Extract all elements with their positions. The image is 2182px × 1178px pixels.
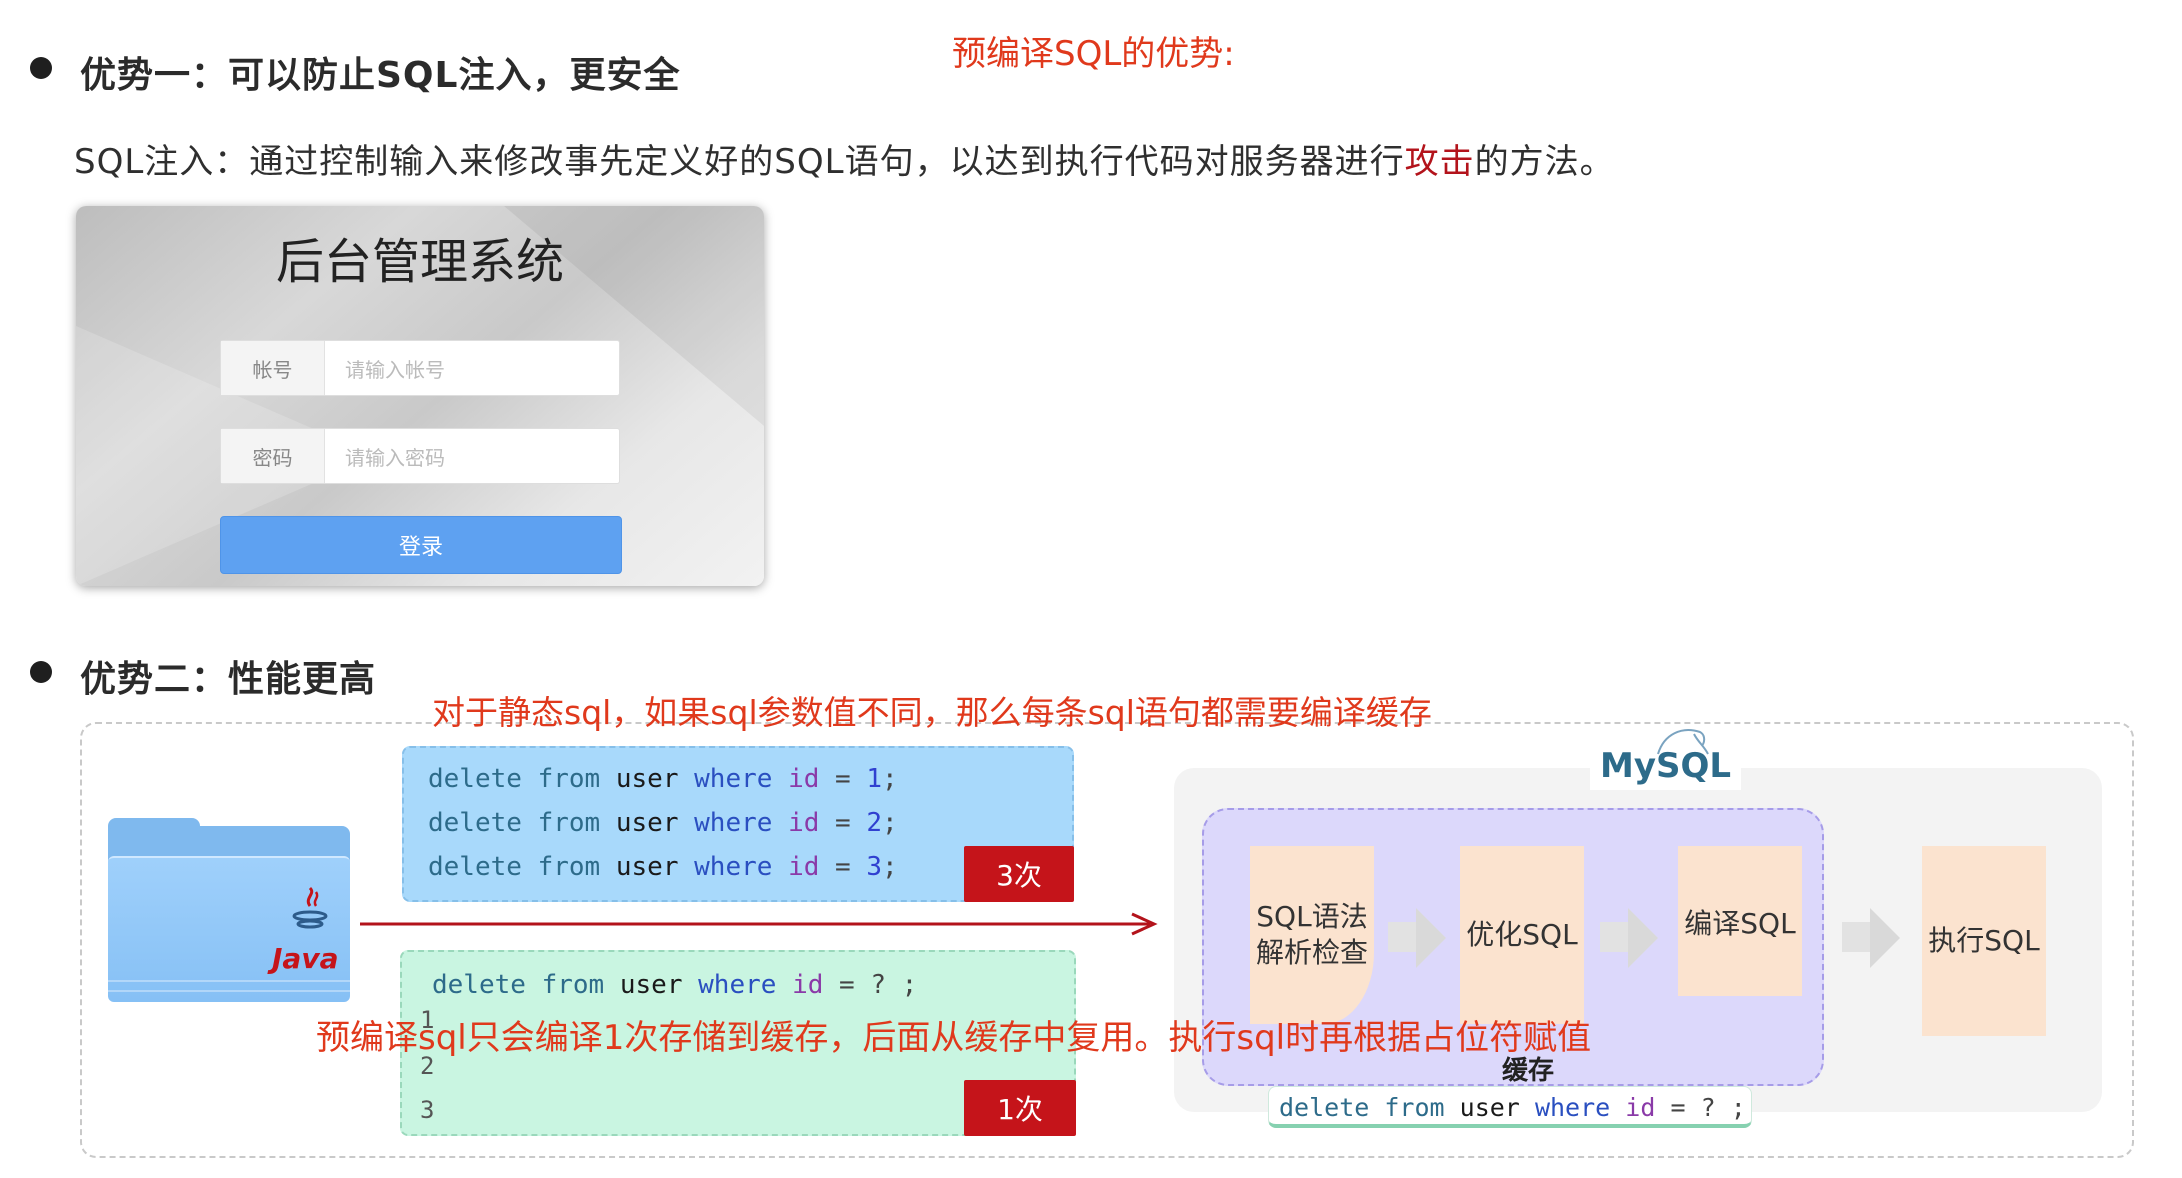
login-title: 后台管理系统 bbox=[275, 234, 564, 290]
static-sql-annotation: 对于静态sql，如果sql参数值不同，那么每条sql语句都需要编译缓存 bbox=[432, 693, 1432, 732]
desc-after: 的方法。 bbox=[1474, 142, 1615, 182]
step-arrow-head bbox=[1870, 908, 1900, 968]
password-field[interactable]: 密码 请输入密码 bbox=[220, 428, 620, 484]
step-arrow bbox=[1388, 922, 1418, 952]
step-arrow bbox=[1600, 922, 1630, 952]
password-label: 密码 bbox=[221, 429, 325, 483]
static-sql-line: delete from user where id = 2; bbox=[428, 808, 898, 838]
account-label: 帐号 bbox=[221, 341, 325, 395]
title-annotation: 预编译SQL的优势: bbox=[952, 34, 1235, 74]
dolphin-icon bbox=[1654, 724, 1710, 764]
desc-highlight: 攻击 bbox=[1404, 142, 1475, 182]
step-arrow-head bbox=[1416, 908, 1446, 968]
step-arrow bbox=[1842, 922, 1872, 952]
prepared-sql-annotation: 预编译sql只会编译1次存储到缓存，后面从缓存中复用。执行sql时再根据占位符赋… bbox=[316, 1018, 1592, 1058]
desc-before: SQL注入：通过控制输入来修改事先定义好的SQL语句，以达到执行代码对服务器进行 bbox=[74, 142, 1405, 182]
step-optimize: 优化SQL bbox=[1460, 846, 1584, 1024]
cached-sql-line: delete from user where id = ? ; bbox=[1279, 1093, 1746, 1122]
advantage1-heading: 优势一：可以防止SQL注入，更安全 bbox=[80, 55, 681, 96]
login-button[interactable]: 登录 bbox=[220, 516, 622, 574]
folder-edge bbox=[108, 980, 350, 982]
java-icon bbox=[286, 884, 334, 936]
compile-once-badge: 1次 bbox=[964, 1080, 1076, 1136]
step-arrow-head bbox=[1628, 908, 1658, 968]
password-placeholder: 请输入密码 bbox=[345, 445, 445, 470]
step-syntax-check: SQL语法 解析检查 bbox=[1250, 846, 1374, 1024]
folder-edge bbox=[108, 990, 350, 992]
arrow-to-mysql bbox=[360, 912, 1170, 940]
bullet-dot bbox=[30, 57, 52, 79]
compile-count-badge: 3次 bbox=[964, 846, 1074, 902]
step-label: SQL语法 解析检查 bbox=[1255, 900, 1368, 969]
prepared-sql-line: delete from user where id = ? ; bbox=[432, 970, 918, 1000]
advantage2-heading: 优势二：性能更高 bbox=[80, 659, 377, 700]
step-label: 执行SQL bbox=[1928, 924, 2040, 957]
account-field[interactable]: 帐号 请输入帐号 bbox=[220, 340, 620, 396]
bullet-dot bbox=[30, 661, 52, 683]
account-placeholder: 请输入帐号 bbox=[345, 357, 445, 382]
static-sql-line: delete from user where id = 1; bbox=[428, 764, 898, 794]
step-compile: 编译SQL bbox=[1678, 846, 1802, 996]
step-label: 优化SQL bbox=[1466, 918, 1578, 951]
step-execute: 执行SQL bbox=[1922, 846, 2046, 1036]
cached-sql-box: delete from user where id = ? ; bbox=[1268, 1086, 1752, 1128]
step-label: 编译SQL bbox=[1684, 907, 1796, 940]
java-label: Java bbox=[272, 942, 339, 975]
static-sql-line: delete from user where id = 3; bbox=[428, 852, 898, 882]
login-mockup: 后台管理系统 帐号 请输入帐号 密码 请输入密码 登录 bbox=[76, 206, 764, 586]
sql-injection-description: SQL注入：通过控制输入来修改事先定义好的SQL语句，以达到执行代码对服务器进行… bbox=[74, 134, 1615, 183]
param-value: 3 bbox=[420, 1096, 435, 1124]
